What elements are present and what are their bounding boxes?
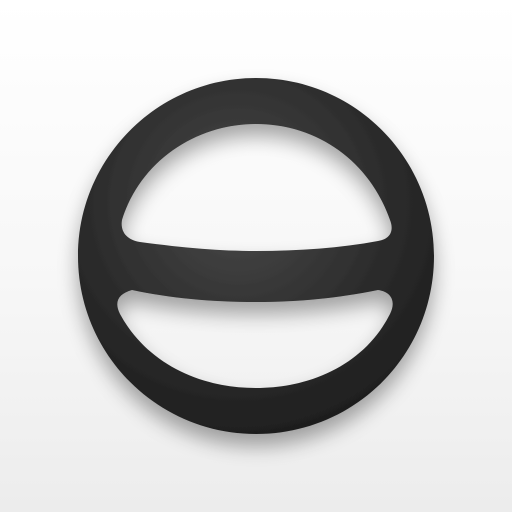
ring-shape (78, 78, 434, 434)
steering-wheel-ring-icon (78, 78, 434, 434)
app-icon[interactable] (0, 0, 512, 512)
